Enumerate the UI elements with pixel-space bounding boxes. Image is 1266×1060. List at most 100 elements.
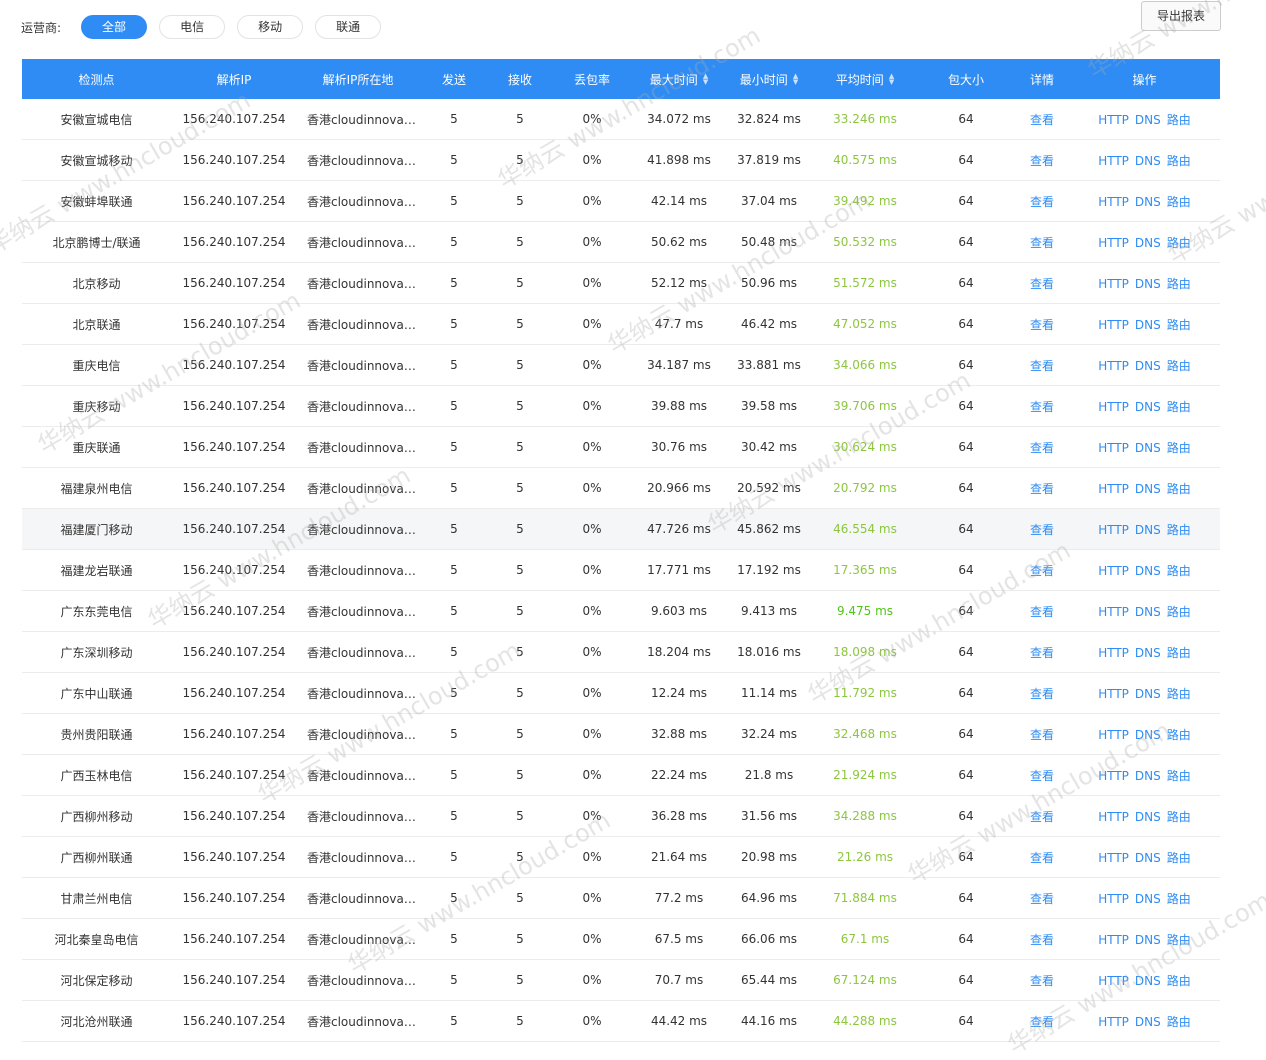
route-test-link[interactable]: 路由 [1167,195,1191,209]
http-test-link[interactable]: HTTP [1098,400,1129,414]
http-test-link[interactable]: HTTP [1098,933,1129,947]
dns-test-link[interactable]: DNS [1135,646,1161,660]
dns-test-link[interactable]: DNS [1135,1015,1161,1029]
view-detail-link[interactable]: 查看 [1030,564,1054,578]
dns-test-link[interactable]: DNS [1135,605,1161,619]
column-header-avg[interactable]: 平均时间 ▲ ▼ [813,59,917,99]
http-test-link[interactable]: HTTP [1098,154,1129,168]
view-detail-link[interactable]: 查看 [1030,277,1054,291]
route-test-link[interactable]: 路由 [1167,318,1191,332]
dns-test-link[interactable]: DNS [1135,933,1161,947]
dns-test-link[interactable]: DNS [1135,974,1161,988]
dns-test-link[interactable]: DNS [1135,318,1161,332]
dns-test-link[interactable]: DNS [1135,728,1161,742]
route-test-link[interactable]: 路由 [1167,892,1191,906]
route-test-link[interactable]: 路由 [1167,359,1191,373]
http-test-link[interactable]: HTTP [1098,605,1129,619]
route-test-link[interactable]: 路由 [1167,441,1191,455]
view-detail-link[interactable]: 查看 [1030,605,1054,619]
route-test-link[interactable]: 路由 [1167,1015,1191,1029]
http-test-link[interactable]: HTTP [1098,646,1129,660]
dns-test-link[interactable]: DNS [1135,687,1161,701]
sort-icon[interactable]: ▲ ▼ [793,73,798,86]
route-test-link[interactable]: 路由 [1167,400,1191,414]
view-detail-link[interactable]: 查看 [1030,851,1054,865]
route-test-link[interactable]: 路由 [1167,728,1191,742]
dns-test-link[interactable]: DNS [1135,482,1161,496]
http-test-link[interactable]: HTTP [1098,113,1129,127]
view-detail-link[interactable]: 查看 [1030,810,1054,824]
http-test-link[interactable]: HTTP [1098,564,1129,578]
dns-test-link[interactable]: DNS [1135,810,1161,824]
route-test-link[interactable]: 路由 [1167,482,1191,496]
carrier-filter-chip[interactable]: 移动 [237,15,304,39]
route-test-link[interactable]: 路由 [1167,687,1191,701]
http-test-link[interactable]: HTTP [1098,195,1129,209]
http-test-link[interactable]: HTTP [1098,277,1129,291]
route-test-link[interactable]: 路由 [1167,113,1191,127]
carrier-filter-chip[interactable]: 联通 [315,15,382,39]
http-test-link[interactable]: HTTP [1098,728,1129,742]
dns-test-link[interactable]: DNS [1135,113,1161,127]
http-test-link[interactable]: HTTP [1098,1015,1129,1029]
view-detail-link[interactable]: 查看 [1030,400,1054,414]
http-test-link[interactable]: HTTP [1098,851,1129,865]
view-detail-link[interactable]: 查看 [1030,687,1054,701]
sort-icon[interactable]: ▲ ▼ [889,73,894,86]
view-detail-link[interactable]: 查看 [1030,892,1054,906]
http-test-link[interactable]: HTTP [1098,482,1129,496]
dns-test-link[interactable]: DNS [1135,564,1161,578]
route-test-link[interactable]: 路由 [1167,154,1191,168]
view-detail-link[interactable]: 查看 [1030,318,1054,332]
dns-test-link[interactable]: DNS [1135,441,1161,455]
dns-test-link[interactable]: DNS [1135,892,1161,906]
route-test-link[interactable]: 路由 [1167,236,1191,250]
dns-test-link[interactable]: DNS [1135,523,1161,537]
http-test-link[interactable]: HTTP [1098,441,1129,455]
view-detail-link[interactable]: 查看 [1030,359,1054,373]
view-detail-link[interactable]: 查看 [1030,769,1054,783]
route-test-link[interactable]: 路由 [1167,523,1191,537]
dns-test-link[interactable]: DNS [1135,359,1161,373]
route-test-link[interactable]: 路由 [1167,974,1191,988]
dns-test-link[interactable]: DNS [1135,195,1161,209]
http-test-link[interactable]: HTTP [1098,687,1129,701]
route-test-link[interactable]: 路由 [1167,646,1191,660]
route-test-link[interactable]: 路由 [1167,769,1191,783]
view-detail-link[interactable]: 查看 [1030,728,1054,742]
export-report-button[interactable]: 导出报表 [1141,1,1221,31]
view-detail-link[interactable]: 查看 [1030,1015,1054,1029]
dns-test-link[interactable]: DNS [1135,769,1161,783]
http-test-link[interactable]: HTTP [1098,236,1129,250]
http-test-link[interactable]: HTTP [1098,359,1129,373]
http-test-link[interactable]: HTTP [1098,892,1129,906]
view-detail-link[interactable]: 查看 [1030,523,1054,537]
view-detail-link[interactable]: 查看 [1030,154,1054,168]
dns-test-link[interactable]: DNS [1135,236,1161,250]
dns-test-link[interactable]: DNS [1135,277,1161,291]
view-detail-link[interactable]: 查看 [1030,195,1054,209]
carrier-filter-chip[interactable]: 电信 [159,15,226,39]
dns-test-link[interactable]: DNS [1135,400,1161,414]
dns-test-link[interactable]: DNS [1135,154,1161,168]
route-test-link[interactable]: 路由 [1167,933,1191,947]
view-detail-link[interactable]: 查看 [1030,441,1054,455]
column-header-min[interactable]: 最小时间 ▲ ▼ [725,59,813,99]
route-test-link[interactable]: 路由 [1167,605,1191,619]
view-detail-link[interactable]: 查看 [1030,933,1054,947]
route-test-link[interactable]: 路由 [1167,564,1191,578]
http-test-link[interactable]: HTTP [1098,523,1129,537]
sort-icon[interactable]: ▲ ▼ [703,73,708,86]
http-test-link[interactable]: HTTP [1098,318,1129,332]
view-detail-link[interactable]: 查看 [1030,646,1054,660]
http-test-link[interactable]: HTTP [1098,769,1129,783]
view-detail-link[interactable]: 查看 [1030,113,1054,127]
view-detail-link[interactable]: 查看 [1030,482,1054,496]
column-header-max[interactable]: 最大时间 ▲ ▼ [633,59,725,99]
route-test-link[interactable]: 路由 [1167,851,1191,865]
view-detail-link[interactable]: 查看 [1030,974,1054,988]
dns-test-link[interactable]: DNS [1135,851,1161,865]
view-detail-link[interactable]: 查看 [1030,236,1054,250]
http-test-link[interactable]: HTTP [1098,974,1129,988]
carrier-filter-chip[interactable]: 全部 [81,15,148,39]
